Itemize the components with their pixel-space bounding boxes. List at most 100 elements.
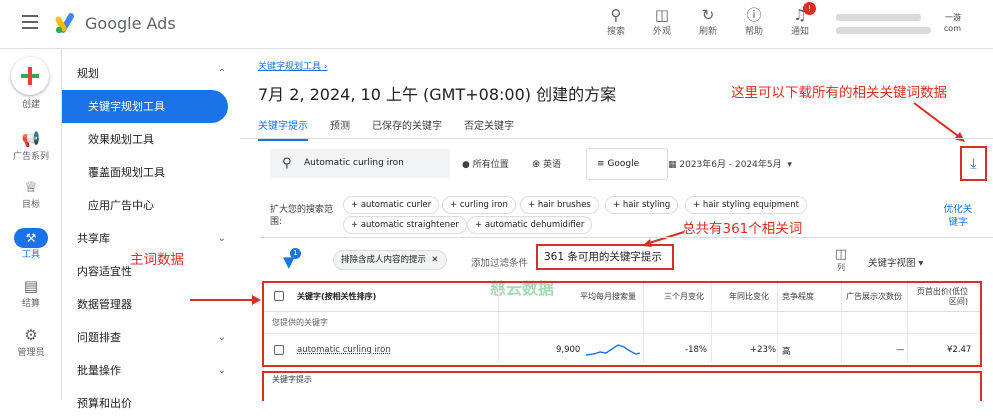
col-keyword[interactable]: 关键字(按相关性排序) [297,283,376,311]
location-label: 所有位置 [472,160,509,170]
search-network-selector[interactable]: ≡ Google [586,148,668,180]
rail-admin-label: 管理员 [17,348,45,358]
engine-label: Google [607,159,640,169]
exclude-adult-chip[interactable]: 排除含成人内容的提示 ✕ [333,250,447,270]
nav-planning[interactable]: 规划 ⌃ [62,57,240,90]
breadcrumb-label: 关键字规划工具 [258,62,322,72]
suggestion-chip[interactable]: + automatic curler [343,196,440,214]
chip-label: automatic straightener [360,220,459,230]
suggestion-chip[interactable]: + curling iron [442,196,516,214]
account-text: 一游 com [944,12,961,34]
filter-count-badge: 1 [290,248,301,259]
account-line1: 一游 [945,13,961,22]
trend-sparkline [585,344,641,356]
bid-low-cell: ¥2.47 [947,345,972,355]
col-impression-share[interactable]: 广告展示次数份 [846,283,906,311]
gear-icon: ⚙ [24,326,38,344]
count-annotation: 总共有361个相关词 [682,221,803,237]
search-button[interactable]: ⚲ 搜索 [600,6,632,37]
rail-goals-label: 目标 [21,200,40,210]
account-switcher[interactable]: 一游 com [836,8,961,38]
menu-icon[interactable] [22,15,38,29]
three-month-cell: -18% [685,345,707,355]
nav-keyword-planner[interactable]: 关键字规划工具 [62,90,228,123]
nav-reach-planner[interactable]: 覆盖面规划工具 [62,156,240,189]
col-competition[interactable]: 竞争程度 [782,283,814,311]
exclude-chip-label: 排除含成人内容的提示 [341,255,427,265]
refresh-button[interactable]: ↻ 刷新 [692,6,724,37]
rail-campaigns-label: 广告系列 [12,152,49,162]
col-three-month[interactable]: 三个月变化 [664,283,704,311]
create-button[interactable] [11,57,49,95]
keyword-view-selector[interactable]: 关键字视图 ▾ [868,255,923,269]
keyword-cell[interactable]: automatic curling iron [297,345,391,355]
google-ads-logo [55,13,74,34]
suggestion-chip[interactable]: + hair styling equipment [685,196,807,214]
rail-item-tools[interactable]: ⚒ 工具 [0,227,62,260]
side-nav: 规划 ⌃ 关键字规划工具 效果规划工具 覆盖面规划工具 应用广告中心 共享库 ⌄… [62,49,240,410]
search-icon: ⚲ [610,6,622,24]
select-all-checkbox[interactable] [274,291,284,301]
refine-keywords-button[interactable]: 优化关键字 [943,203,973,229]
add-filter-button[interactable]: 添加过滤条件 [471,255,528,269]
date-range-selector[interactable]: ▦ 2023年6月 - 2024年5月 ▾ [668,157,792,170]
columns-button[interactable]: ◫ 列 [834,247,848,273]
brand-name: Google Ads [85,14,176,33]
download-button[interactable]: ⤓ [960,146,987,181]
refine-label: 优化关键字 [943,204,973,228]
nav-budgets[interactable]: 预算和出价 [62,387,240,420]
expand-search-label: 扩大您的搜索范围: [270,205,334,227]
nav-bulk-actions[interactable]: 批量操作 ⌄ [62,354,240,387]
competition-cell: 高 [782,347,791,357]
nav-performance-planner[interactable]: 效果规划工具 [62,123,240,156]
impression-share-cell: — [896,345,905,355]
chevron-down-icon: ⌄ [217,332,226,343]
suggestion-chip[interactable]: + hair brushes [520,196,599,214]
suggestion-chip[interactable]: + automatic dehumidifier [467,216,593,234]
chip-label: automatic dehumidifier [484,220,585,230]
view-label: 关键字视图 [868,258,916,269]
chip-label: curling iron [459,200,508,210]
keyword-search-input[interactable]: ⚲ Automatic curling iron [270,149,450,178]
rail-create-label: 创建 [21,100,40,110]
col-yoy[interactable]: 年同比变化 [729,283,769,311]
rail-item-billing[interactable]: ▤ 结算 [0,276,62,309]
chip-label: hair styling equipment [702,200,799,210]
chip-label: hair styling [622,200,671,210]
location-selector[interactable]: ● 所有位置 [462,157,509,170]
row-checkbox[interactable] [274,345,284,355]
table-header: 关键字(按相关性排序) 平均每月搜索量 三个月变化 年同比变化 竞争程度 广告展… [264,283,980,311]
yoy-cell: +23% [750,345,777,355]
breadcrumb[interactable]: 关键字规划工具 › [258,59,327,72]
col-bid-low[interactable]: 页首出价(低位区间) [914,283,968,311]
tools-icon: ⚒ [14,228,48,248]
notifications-button[interactable]: ♫ ! 通知 [784,2,816,37]
refresh-label: 刷新 [698,27,717,37]
nav-troubleshooting[interactable]: 问题排查 ⌄ [62,321,240,354]
appearance-button[interactable]: ◫ 外观 [646,6,678,37]
suggestion-chip[interactable]: + hair styling [605,196,679,214]
rail-item-admin[interactable]: ⚙ 管理员 [0,325,62,358]
rail-item-goals[interactable]: ♕ 目标 [0,177,62,210]
group-keyword-ideas: 关键字提示 [272,375,312,384]
nav-app-center[interactable]: 应用广告中心 [62,189,240,222]
notification-badge: ! [803,2,816,15]
download-icon: ⤓ [970,156,977,172]
table-row[interactable]: automatic curling iron 9,900 -18% +23% 高… [264,337,980,363]
columns-label: 列 [837,263,845,272]
help-button[interactable]: ⓘ 帮助 [738,6,770,37]
language-label: 英语 [542,160,561,170]
page-title: 7月 2, 2024, 10 上午 (GMT+08:00) 创建的方案 [258,85,617,104]
rail-item-campaigns[interactable]: 📢 广告系列 [0,129,62,162]
col-avg-searches[interactable]: 平均每月搜索量 [580,283,636,311]
account-line2: com [943,24,961,33]
suggestion-chip[interactable]: + automatic straightener [343,216,467,234]
language-selector[interactable]: ♼ 英语 [532,157,561,170]
annotation-arrow [190,295,261,305]
trophy-icon: ♕ [24,178,38,196]
chip-label: automatic curler [360,200,432,210]
account-name-blurred [836,14,921,21]
searches-cell: 9,900 [556,345,581,355]
megaphone-icon: 📢 [21,130,41,148]
chevron-up-icon: ⌃ [217,68,226,79]
